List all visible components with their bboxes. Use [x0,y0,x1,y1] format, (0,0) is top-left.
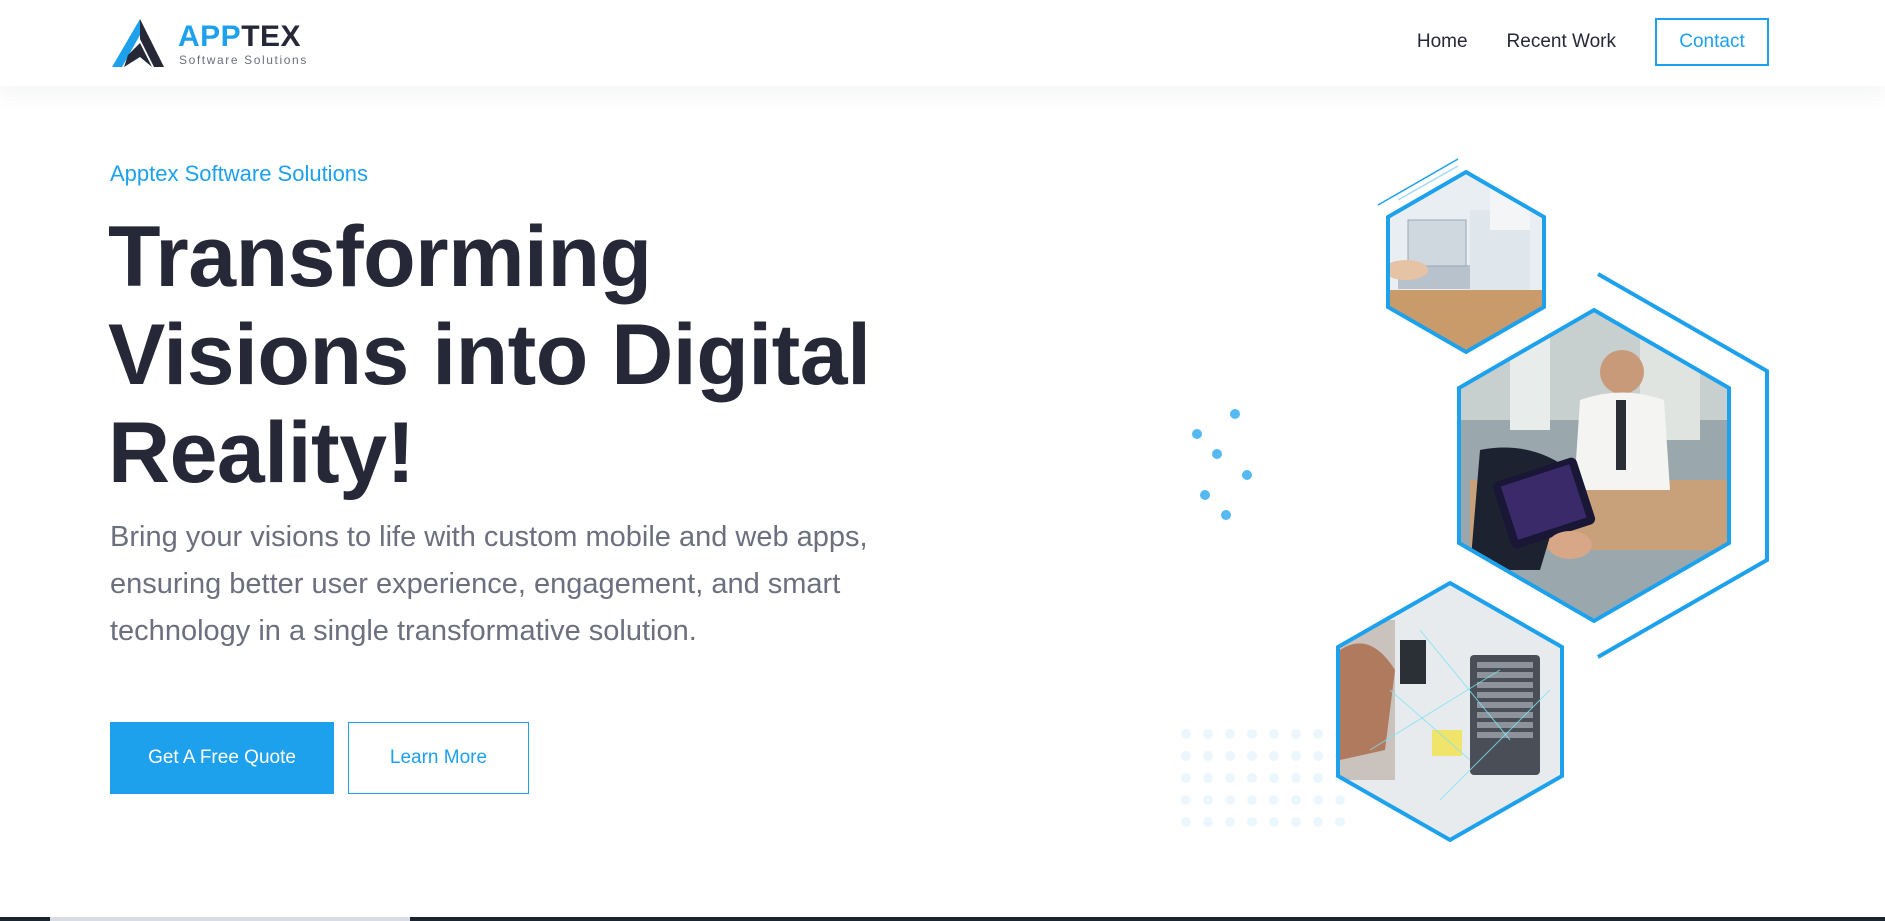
site-header: APPTEX Software Solutions Home Recent Wo… [0,0,1885,86]
business-tablet-photo [1459,310,1729,621]
nav-home[interactable]: Home [1417,31,1468,53]
apptex-logo-icon [112,19,164,67]
headline-line-1: Transforming [108,209,652,305]
team-laptop-photo [1388,172,1544,352]
hero-subtext: Bring your visions to life with custom m… [110,521,868,647]
logo-word-app: APP [178,20,242,53]
main-nav: Home Recent Work Contact [1417,18,1769,66]
laptop-network-photo [1338,583,1562,840]
headline-line-2: Visions into Digital [108,307,871,403]
hero-eyebrow: Apptex Software Solutions [110,161,369,186]
dot-grid-decoration [1181,729,1345,827]
site-logo[interactable]: APPTEX Software Solutions [110,17,310,69]
logo-wordmark: APPTEX [178,21,301,53]
speed-lines-decoration [1197,413,1400,516]
headline-line-3: Reality! [108,405,415,501]
next-section-edge [0,917,1885,921]
logo-word-tex: TEX [241,20,302,53]
hero-illustration [1181,158,1769,843]
learn-more-button[interactable]: Learn More [348,722,529,794]
hero-headline: Transforming Visions into Digital Realit… [108,208,928,502]
logo-tagline: Software Solutions [179,53,308,67]
get-free-quote-button[interactable]: Get A Free Quote [110,722,334,794]
nav-contact-button[interactable]: Contact [1655,18,1769,66]
nav-recent-work[interactable]: Recent Work [1507,31,1616,53]
